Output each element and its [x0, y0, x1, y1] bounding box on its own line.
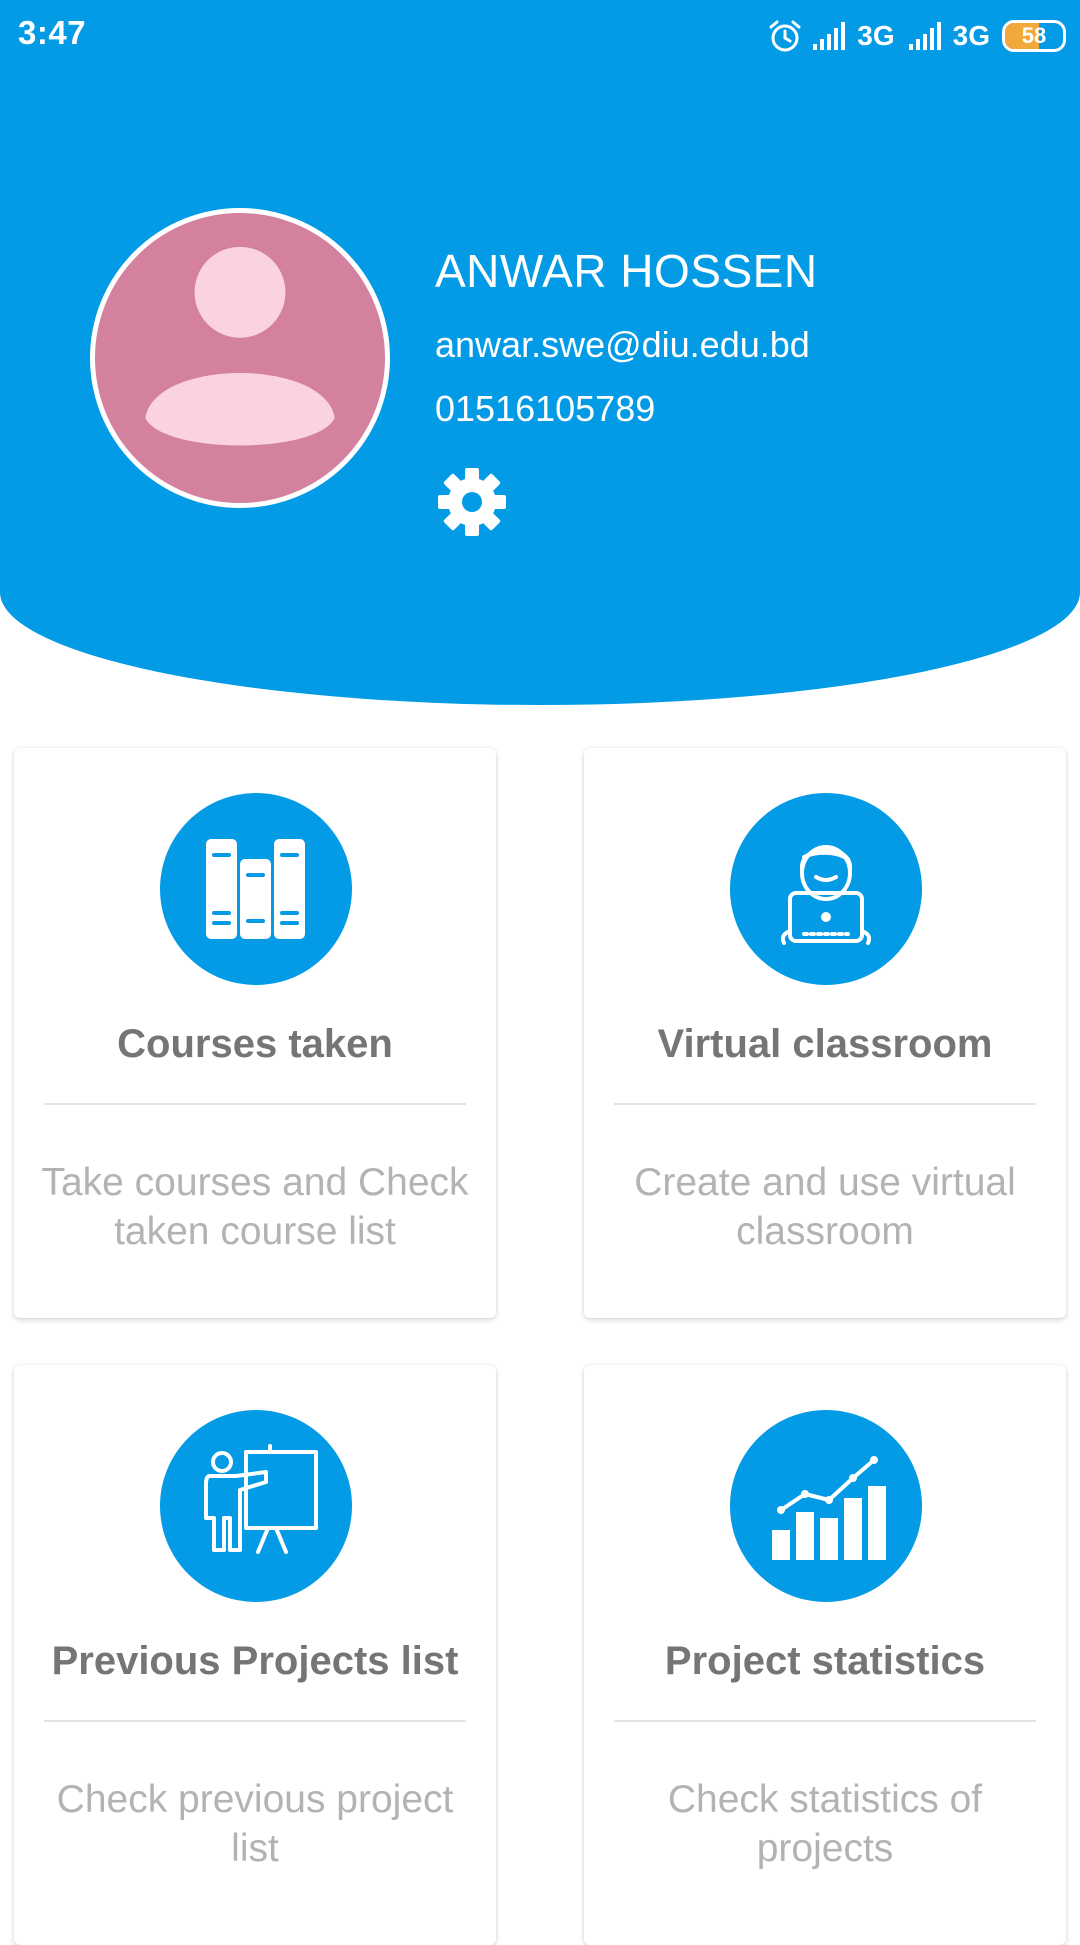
card-divider: [614, 1103, 1036, 1105]
student-laptop-icon: [730, 793, 922, 985]
profile-name: ANWAR HOSSEN: [435, 245, 818, 297]
card-description: Check statistics of projects: [667, 1778, 983, 1870]
card-divider: [44, 1720, 466, 1722]
card-description: Check previous project list: [56, 1778, 454, 1870]
status-icons: 3G 3G 58: [767, 16, 1066, 56]
card-description: Take courses and Check taken course list: [41, 1161, 469, 1253]
alarm-icon: [767, 18, 803, 54]
battery-level: 58: [1021, 23, 1047, 48]
battery-icon: 58: [1002, 20, 1066, 52]
card-divider: [44, 1103, 466, 1105]
card-description: Create and use virtual classroom: [634, 1161, 1016, 1253]
network-type-2: 3G: [952, 20, 990, 51]
user-avatar-icon[interactable]: [90, 208, 390, 508]
gear-icon[interactable]: [434, 464, 510, 540]
profile-header: 3:47 3G 3G 58 ANWAR HOSSEN anwar.swe@diu…: [0, 0, 1080, 705]
card-title: Virtual classroom: [657, 1022, 993, 1066]
card-title: Courses taken: [117, 1022, 393, 1066]
card-title: Project statistics: [664, 1639, 986, 1683]
card-title: Previous Projects list: [51, 1639, 459, 1683]
card-courses-taken[interactable]: Courses taken Take courses and Check tak…: [14, 748, 496, 1318]
books-icon: [160, 793, 352, 985]
status-bar: 3:47 3G 3G 58: [0, 0, 1080, 74]
card-previous-projects[interactable]: Previous Projects list Check previous pr…: [14, 1365, 496, 1945]
card-virtual-classroom[interactable]: Virtual classroom Create and use virtual…: [584, 748, 1066, 1318]
profile-email: anwar.swe@diu.edu.bd: [435, 324, 810, 365]
signal-icon: [907, 22, 945, 50]
profile-phone: 01516105789: [435, 388, 656, 429]
bar-chart-icon: [730, 1410, 922, 1602]
status-time: 3:47: [18, 14, 87, 51]
presentation-icon: [160, 1410, 352, 1602]
card-project-statistics[interactable]: Project statistics Check statistics of p…: [584, 1365, 1066, 1945]
card-divider: [614, 1720, 1036, 1722]
network-type-1: 3G: [857, 20, 895, 51]
signal-icon: [811, 22, 849, 50]
